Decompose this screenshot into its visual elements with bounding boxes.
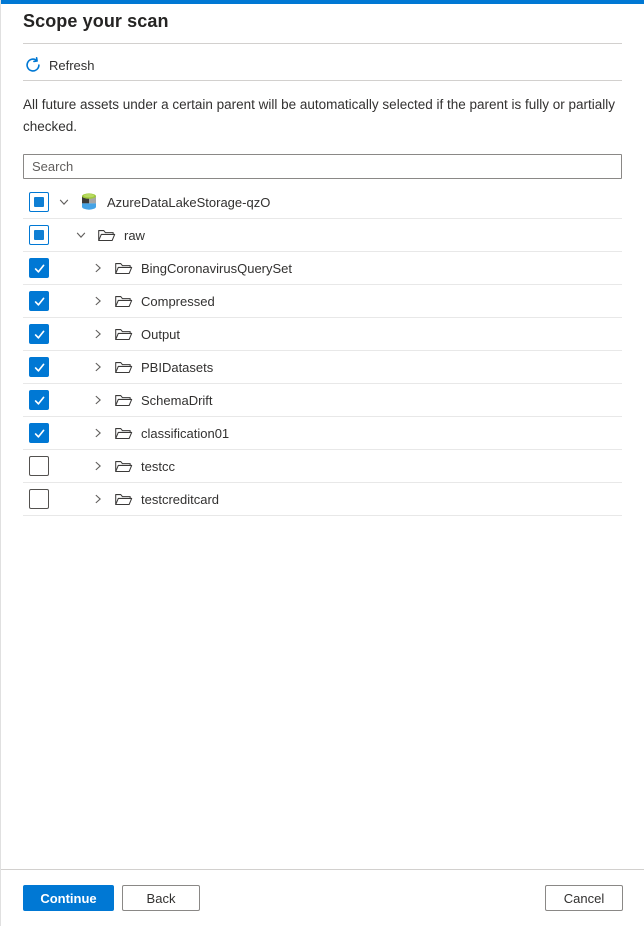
panel-accent-bar (1, 0, 644, 4)
tree-row: classification01 (23, 417, 622, 450)
tree-item-label: classification01 (141, 425, 230, 441)
toolbar-divider (23, 80, 622, 81)
chevron-right-icon[interactable] (91, 459, 105, 473)
title-divider (23, 43, 622, 44)
chevron-right-icon[interactable] (91, 426, 105, 440)
chevron-down-icon[interactable] (74, 228, 88, 242)
tree-row: BingCoronavirusQuerySet (23, 252, 622, 285)
row-checkbox[interactable] (29, 489, 49, 509)
chevron-down-icon[interactable] (57, 195, 71, 209)
tree-item-label: PBIDatasets (141, 359, 214, 375)
tree-item-label: testcc (141, 458, 175, 474)
scope-scan-panel: Scope your scan Refresh All future asset… (0, 0, 644, 926)
folder-icon (113, 390, 133, 410)
description-text: All future assets under a certain parent… (23, 97, 616, 134)
folder-icon (113, 423, 133, 443)
chevron-right-icon[interactable] (91, 261, 105, 275)
refresh-button[interactable]: Refresh (25, 52, 95, 78)
tree-row: AzureDataLakeStorage-qzO (23, 186, 622, 219)
row-checkbox[interactable] (29, 456, 49, 476)
folder-icon (96, 225, 116, 245)
tree-item-label: SchemaDrift (141, 392, 213, 408)
refresh-icon (25, 57, 41, 73)
data-lake-storage-icon (79, 192, 99, 212)
tree-item-label: raw (124, 227, 145, 243)
back-button[interactable]: Back (122, 885, 200, 911)
chevron-right-icon[interactable] (91, 294, 105, 308)
row-checkbox[interactable] (29, 225, 49, 245)
folder-icon (113, 489, 133, 509)
row-checkbox[interactable] (29, 390, 49, 410)
tree-row: Compressed (23, 285, 622, 318)
tree-item-label: Output (141, 326, 181, 342)
tree-item-label: AzureDataLakeStorage-qzO (107, 194, 271, 210)
tree-row: Output (23, 318, 622, 351)
tree-row: SchemaDrift (23, 384, 622, 417)
asset-tree: AzureDataLakeStorage-qzO raw BingCoronav… (23, 186, 622, 516)
folder-icon (113, 357, 133, 377)
folder-icon (113, 258, 133, 278)
chevron-right-icon[interactable] (91, 393, 105, 407)
chevron-right-icon[interactable] (91, 360, 105, 374)
chevron-right-icon[interactable] (91, 492, 105, 506)
folder-icon (113, 324, 133, 344)
row-checkbox[interactable] (29, 258, 49, 278)
tree-row: testcc (23, 450, 622, 483)
tree-row: PBIDatasets (23, 351, 622, 384)
tree-item-label: Compressed (141, 293, 215, 309)
page-title: Scope your scan (23, 11, 169, 31)
continue-button[interactable]: Continue (23, 885, 114, 911)
tree-row: raw (23, 219, 622, 252)
tree-row: testcreditcard (23, 483, 622, 516)
row-checkbox[interactable] (29, 291, 49, 311)
chevron-right-icon[interactable] (91, 327, 105, 341)
row-checkbox[interactable] (29, 192, 49, 212)
row-checkbox[interactable] (29, 423, 49, 443)
tree-item-label: testcreditcard (141, 491, 220, 507)
tree-item-label: BingCoronavirusQuerySet (141, 260, 293, 276)
row-checkbox[interactable] (29, 324, 49, 344)
search-input[interactable] (23, 154, 622, 179)
cancel-button[interactable]: Cancel (545, 885, 623, 911)
refresh-label: Refresh (49, 57, 95, 73)
footer: Continue Back Cancel (1, 870, 644, 926)
folder-icon (113, 456, 133, 476)
row-checkbox[interactable] (29, 357, 49, 377)
folder-icon (113, 291, 133, 311)
